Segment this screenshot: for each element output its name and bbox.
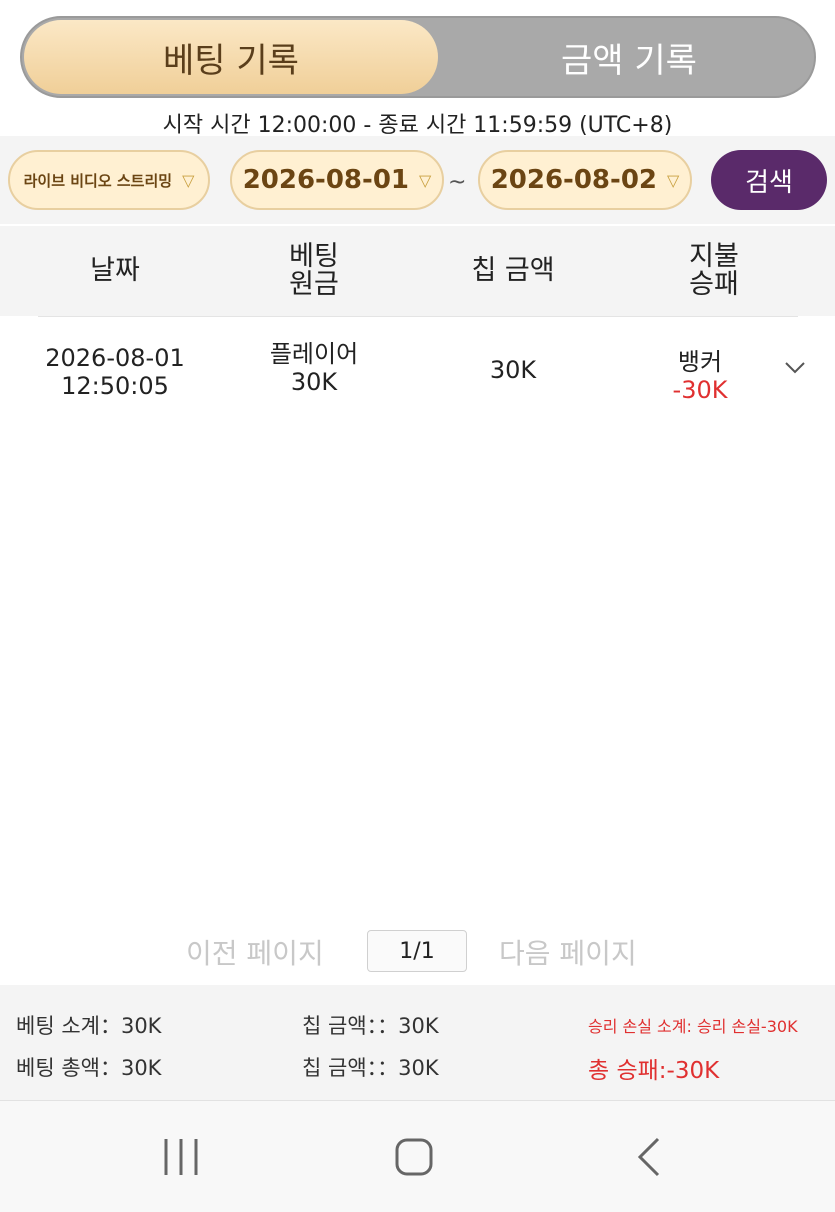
bet-subtotal: 베팅 소계：30K	[16, 1014, 162, 1038]
row-chip-amount: 30K	[489, 356, 537, 384]
system-nav-bar	[0, 1100, 835, 1212]
caret-down-icon: ▽	[419, 170, 432, 190]
summary-panel: 베팅 소계：30K 칩 금액：：30K 승리 손실 소계: 승리 손실-30K …	[0, 985, 835, 1100]
row-time: 12:50:05	[61, 372, 169, 400]
header-bet-line1: 베팅	[289, 241, 339, 272]
time-range-text: 시작 시간 12:00:00 - 종료 시간 11:59:59 (UTC+8)	[162, 113, 673, 138]
home-icon[interactable]	[392, 1131, 436, 1183]
row-datetime: 2026-08-01 12:50:05	[30, 344, 200, 400]
row-bet-side: 플레이어	[269, 340, 359, 368]
winloss-total: 총 승패:-30K	[588, 1058, 720, 1084]
bet-total: 베팅 총액：30K	[16, 1056, 162, 1080]
row-bet: 플레이어 30K	[236, 340, 392, 396]
caret-down-icon: ▽	[182, 170, 195, 190]
table-header: 날짜 베팅 원금 칩 금액 지불 승패	[0, 226, 835, 316]
record-tabs: 베팅 기록 금액 기록	[20, 16, 816, 98]
date-to-select[interactable]: 2026-08-02 ▽	[478, 150, 692, 210]
page-indicator: 1/1	[367, 930, 467, 972]
header-divider	[38, 316, 798, 317]
chip-subtotal: 칩 금액：：30K	[302, 1014, 439, 1038]
caret-down-icon: ▽	[667, 170, 680, 190]
header-pay-line2: 승패	[689, 269, 739, 300]
stream-select-label: 라이브 비디오 스트리밍	[23, 171, 173, 190]
tab-bet-history[interactable]: 베팅 기록	[24, 20, 438, 94]
back-icon[interactable]	[632, 1131, 668, 1183]
recent-apps-icon[interactable]	[160, 1131, 204, 1183]
next-page-button[interactable]: 다음 페이지	[499, 932, 637, 972]
filter-bar: 라이브 비디오 스트리밍 ▽ 2026-08-01 ▽ ~ 2026-08-02…	[0, 136, 835, 224]
table-row[interactable]: 2026-08-01 12:50:05 플레이어 30K 30K 뱅커 -30K	[0, 334, 835, 414]
date-from-select[interactable]: 2026-08-01 ▽	[230, 150, 444, 210]
header-payout-result: 지불 승패	[634, 226, 794, 316]
row-result-amount: -30K	[672, 376, 728, 404]
date-to-value: 2026-08-02	[490, 165, 657, 195]
row-result-side: 뱅커	[677, 348, 723, 376]
prev-page-button[interactable]: 이전 페이지	[186, 932, 324, 972]
row-bet-amount: 30K	[290, 368, 338, 396]
date-separator: ~	[448, 170, 467, 195]
date-from-value: 2026-08-01	[242, 165, 409, 195]
chip-total: 칩 금액：：30K	[302, 1056, 439, 1080]
header-bet-principal: 베팅 원금	[236, 226, 392, 316]
pagination: 이전 페이지 1/1 다음 페이지	[0, 930, 835, 974]
header-bet-line2: 원금	[289, 269, 339, 300]
chevron-down-icon[interactable]	[782, 354, 808, 380]
search-button[interactable]: 검색	[711, 150, 827, 210]
tab-amount-history[interactable]: 금액 기록	[442, 18, 816, 96]
row-payout: 뱅커 -30K	[620, 348, 780, 404]
header-date: 날짜	[90, 255, 140, 286]
winloss-subtotal: 승리 손실 소계: 승리 손실-30K	[588, 1017, 798, 1036]
row-date: 2026-08-01	[45, 344, 185, 372]
stream-select[interactable]: 라이브 비디오 스트리밍 ▽	[8, 150, 210, 210]
header-pay-line1: 지불	[689, 241, 739, 272]
header-chip-amount: 칩 금액	[471, 255, 555, 286]
